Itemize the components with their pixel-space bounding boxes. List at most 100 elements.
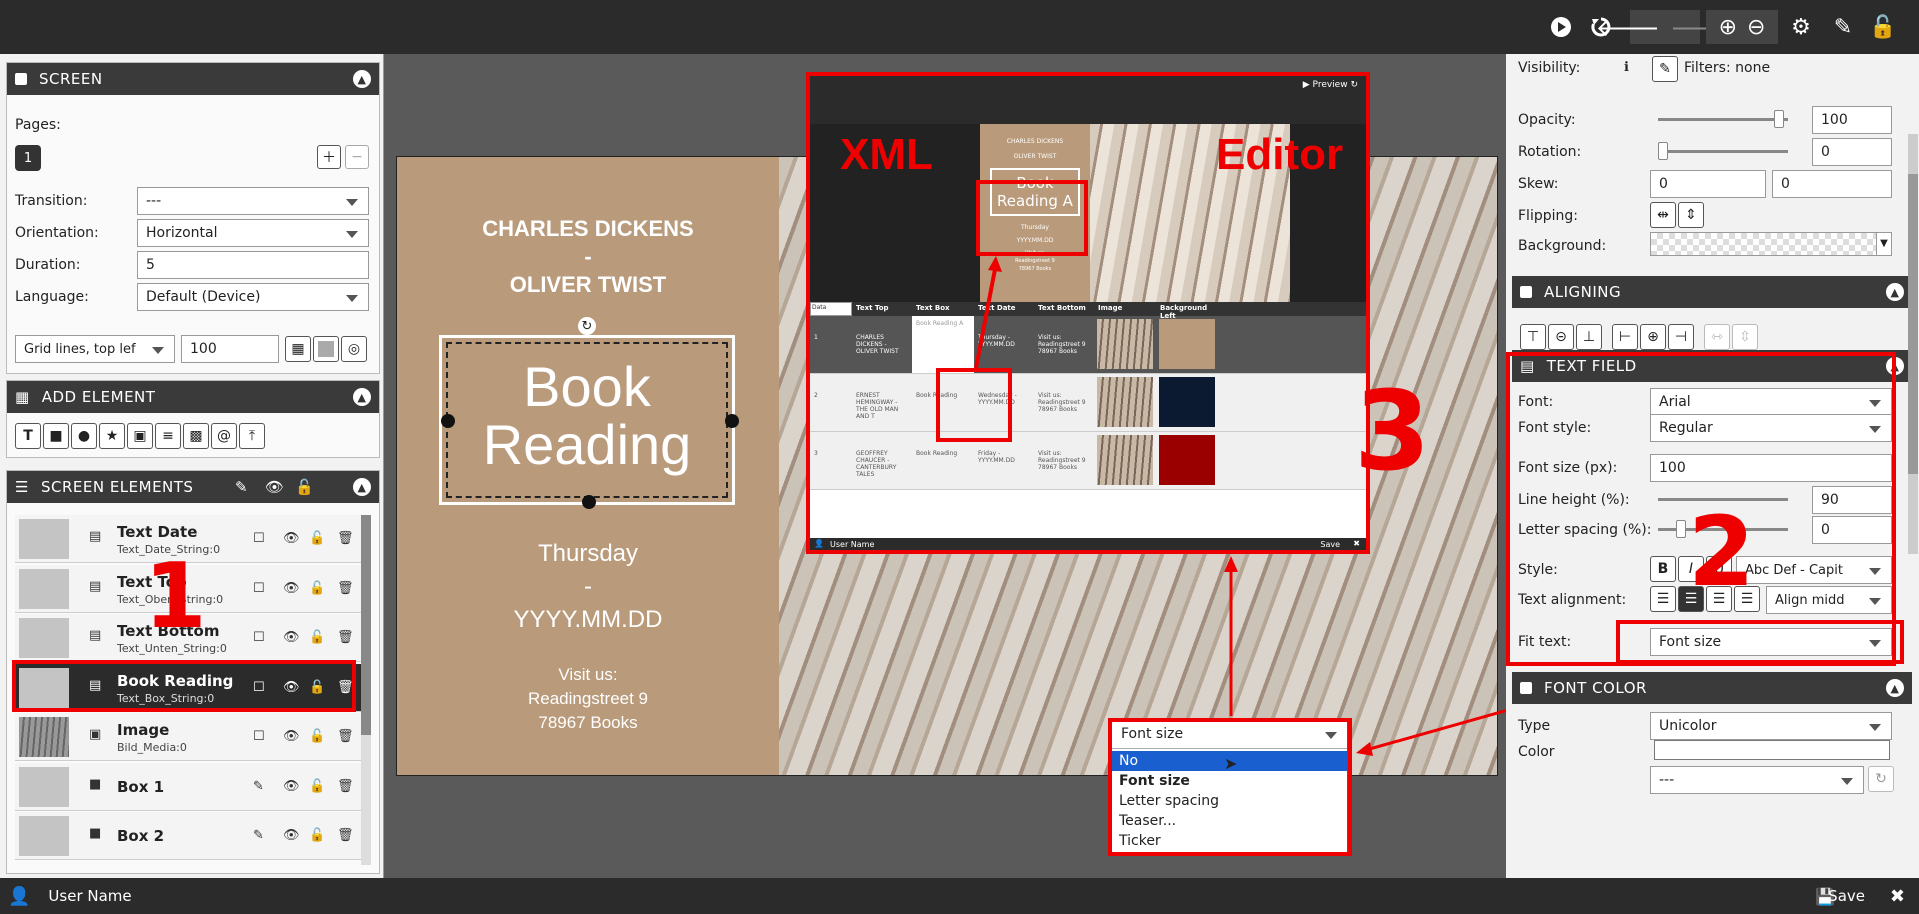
align-bottom-icon[interactable]: ⊥ xyxy=(1576,324,1602,350)
eye-all-icon[interactable]: 👁 xyxy=(265,478,285,496)
upload-icon[interactable]: ⤒ xyxy=(239,423,265,449)
save-button[interactable]: Save xyxy=(1828,887,1865,905)
page-1-button[interactable]: 1 xyxy=(15,145,41,171)
eye-icon[interactable]: 👁 xyxy=(283,828,300,843)
lock-icon[interactable]: 🔓 xyxy=(309,828,325,843)
edit-all-icon[interactable]: ✎ xyxy=(235,478,248,496)
distribute-h-icon[interactable]: ⇿ xyxy=(1704,324,1730,350)
checkbox[interactable]: ☐ xyxy=(253,531,265,546)
aligning-header[interactable]: ALIGNING ▲ xyxy=(1512,276,1912,308)
lock-icon[interactable]: 🔓 xyxy=(309,680,325,695)
distribute-v-icon[interactable]: ⇳ xyxy=(1732,324,1758,350)
trash-icon[interactable]: 🗑 xyxy=(337,581,354,596)
grid-color-icon[interactable] xyxy=(313,336,339,362)
checkbox[interactable]: ☐ xyxy=(253,680,265,695)
text-field-header[interactable]: ▤ TEXT FIELD ▲ xyxy=(1512,350,1912,382)
add-star-icon[interactable]: ★ xyxy=(99,423,125,449)
add-element-header[interactable]: ▦ ADD ELEMENT ▲ xyxy=(7,381,379,413)
vertical-align-select[interactable]: Align midd xyxy=(1766,586,1892,614)
play-icon[interactable] xyxy=(1544,10,1578,44)
add-image-icon[interactable]: ▣ xyxy=(127,423,153,449)
eye-icon[interactable]: 👁 xyxy=(283,779,300,794)
trash-icon[interactable]: 🗑 xyxy=(337,828,354,843)
add-qrcode-icon[interactable]: ▩ xyxy=(183,423,209,449)
element-row[interactable]: ■ Box 2 ✎ 👁 🔓 🗑 xyxy=(15,812,361,860)
right-scrollbar[interactable] xyxy=(1908,134,1918,554)
lock-icon[interactable]: 🔓 xyxy=(309,779,325,794)
font-size-input[interactable]: 100 xyxy=(1650,454,1892,482)
collapse-icon[interactable]: ▲ xyxy=(353,388,371,406)
opacity-input[interactable]: 100 xyxy=(1812,106,1892,134)
collapse-icon[interactable]: ▲ xyxy=(1886,357,1904,375)
font-color-header[interactable]: FONT COLOR ▲ xyxy=(1512,672,1912,704)
element-row[interactable]: ▤ Book Reading Text_Box_String:0 ☐ 👁 🔓 🗑 xyxy=(15,663,361,712)
font-style-select[interactable]: Regular xyxy=(1650,414,1892,442)
opacity-knob[interactable] xyxy=(1774,110,1784,128)
lock-icon[interactable]: 🔓 xyxy=(309,630,325,645)
element-row[interactable]: ▣ Image Bild_Media:0 ☐ 👁 🔓 🗑 xyxy=(15,713,361,761)
rotation-knob[interactable] xyxy=(1658,142,1668,160)
language-select[interactable]: Default (Device) xyxy=(137,283,369,311)
rotation-input[interactable]: 0 xyxy=(1812,138,1892,166)
element-row[interactable]: ■ Box 1 ✎ 👁 🔓 🗑 xyxy=(15,762,361,811)
filter-edit-icon[interactable]: ✎ xyxy=(1652,56,1678,82)
eye-icon[interactable]: 👁 xyxy=(283,531,300,546)
align-middle-icon[interactable]: ⊝ xyxy=(1548,324,1574,350)
fit-text-select[interactable]: Font size xyxy=(1650,628,1892,656)
edit-icon[interactable]: ✎ xyxy=(253,779,264,794)
trash-icon[interactable]: 🗑 xyxy=(337,630,354,645)
opacity-slider[interactable] xyxy=(1658,118,1788,121)
trash-icon[interactable]: 🗑 xyxy=(337,680,354,695)
align-left-icon[interactable]: ☰ xyxy=(1650,586,1676,612)
close-icon[interactable]: ✖ xyxy=(1890,886,1905,907)
collapse-icon[interactable]: ▲ xyxy=(353,478,371,496)
flip-vertical-icon[interactable]: ⇕ xyxy=(1678,202,1704,228)
eye-icon[interactable]: 👁 xyxy=(283,630,300,645)
letter-spacing-input[interactable]: 0 xyxy=(1812,516,1892,544)
trash-icon[interactable]: 🗑 xyxy=(337,531,354,546)
color-swatch[interactable] xyxy=(1654,740,1890,760)
lock-open-icon[interactable]: 🔓 xyxy=(1866,10,1900,44)
chevron-down-icon[interactable]: ▼ xyxy=(1876,232,1892,256)
add-text-icon[interactable]: T xyxy=(15,423,41,449)
lock-icon[interactable]: 🔓 xyxy=(309,581,325,596)
add-database-icon[interactable]: ≡ xyxy=(155,423,181,449)
line-height-input[interactable]: 90 xyxy=(1812,486,1892,514)
collapse-icon[interactable]: ▲ xyxy=(353,70,371,88)
lock-icon[interactable]: 🔓 xyxy=(309,531,325,546)
transition-select[interactable]: --- xyxy=(137,187,369,215)
eye-icon[interactable]: 👁 xyxy=(283,581,300,596)
screen-panel-header[interactable]: SCREEN ▲ xyxy=(7,63,379,95)
color-preset-select[interactable]: --- xyxy=(1650,766,1864,794)
edit-icon[interactable]: ✎ xyxy=(253,828,264,843)
trash-icon[interactable]: 🗑 xyxy=(337,729,354,744)
skew-y-input[interactable]: 0 xyxy=(1772,170,1892,198)
text-case-select[interactable]: Abc Def - Capit xyxy=(1736,556,1892,584)
gear-icon[interactable]: ⚙ xyxy=(1784,10,1818,44)
add-box-icon[interactable]: ■ xyxy=(43,423,69,449)
checkbox[interactable]: ☐ xyxy=(253,581,265,596)
duration-input[interactable]: 5 xyxy=(137,251,369,279)
align-right-icon[interactable]: ⊣ xyxy=(1668,324,1694,350)
font-select[interactable]: Arial xyxy=(1650,388,1892,416)
add-circle-icon[interactable]: ● xyxy=(71,423,97,449)
zoom-in-icon[interactable]: ⊕ xyxy=(1719,15,1737,40)
grid-visibility-icon[interactable]: ◎ xyxy=(341,336,367,362)
screen-elements-header[interactable]: ☰ SCREEN ELEMENTS ✎ 👁 🔓 ▲ xyxy=(7,471,379,503)
align-left-icon[interactable]: ⊢ xyxy=(1612,324,1638,350)
undo-arrow-icon[interactable]: 🡐 xyxy=(1596,13,1660,42)
add-email-icon[interactable]: @ xyxy=(211,423,237,449)
eye-icon[interactable]: 👁 xyxy=(283,729,300,744)
zoom-out-icon[interactable]: ⊖ xyxy=(1747,15,1765,40)
lock-all-icon[interactable]: 🔓 xyxy=(295,478,314,496)
rotation-slider[interactable] xyxy=(1658,150,1788,153)
eye-icon[interactable]: 👁 xyxy=(283,680,300,695)
checkbox[interactable]: ☐ xyxy=(253,630,265,645)
collapse-icon[interactable]: ▲ xyxy=(1886,679,1904,697)
grid-lines-select[interactable]: Grid lines, top lef xyxy=(15,335,175,363)
checkbox[interactable]: ☐ xyxy=(253,729,265,744)
grid-style-icon[interactable]: ▦ xyxy=(285,336,311,362)
flip-horizontal-icon[interactable]: ⇹ xyxy=(1650,202,1676,228)
orientation-select[interactable]: Horizontal xyxy=(137,219,369,247)
skew-x-input[interactable]: 0 xyxy=(1650,170,1766,198)
